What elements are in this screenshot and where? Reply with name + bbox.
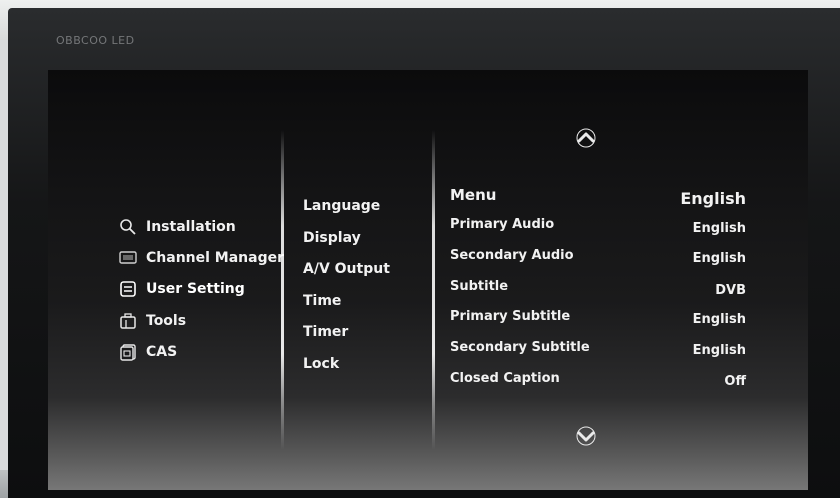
nav-item-user-setting[interactable]: User Setting: [118, 279, 245, 299]
nav-item-label: User Setting: [146, 281, 245, 297]
nav-item-label: Channel Manager: [146, 250, 285, 266]
setting-label-subtitle[interactable]: Subtitle: [450, 279, 508, 294]
setting-value-subtitle[interactable]: DVB: [715, 283, 746, 298]
toolbox-icon: [118, 312, 138, 330]
nav-item-label: Tools: [146, 313, 187, 329]
nav-item-installation[interactable]: Installation: [118, 217, 236, 237]
scroll-down-button[interactable]: [573, 426, 599, 446]
search-icon: [118, 218, 138, 236]
column-divider: [432, 130, 435, 450]
setting-label-primary-subtitle[interactable]: Primary Subtitle: [450, 309, 570, 324]
setting-label-secondary-subtitle[interactable]: Secondary Subtitle: [450, 340, 590, 355]
nav-item-label: CAS: [146, 344, 178, 360]
setting-value-primary-audio[interactable]: English: [693, 221, 746, 236]
submenu-item-av-output[interactable]: A/V Output: [303, 261, 390, 277]
nav-item-tools[interactable]: Tools: [118, 311, 186, 331]
submenu-item-time[interactable]: Time: [303, 293, 341, 309]
setting-value-secondary-audio[interactable]: English: [693, 251, 746, 266]
submenu-item-timer[interactable]: Timer: [303, 324, 348, 340]
submenu-item-lock[interactable]: Lock: [303, 356, 339, 372]
tv-icon: [118, 249, 138, 267]
nav-item-cas[interactable]: CAS: [118, 342, 177, 362]
setting-value-menu[interactable]: English: [680, 189, 746, 208]
submenu-item-display[interactable]: Display: [303, 230, 361, 246]
setting-value-primary-subtitle[interactable]: English: [693, 312, 746, 327]
nav-item-label: Installation: [146, 219, 236, 235]
submenu-item-language[interactable]: Language: [303, 198, 380, 214]
setting-value-closed-caption[interactable]: Off: [724, 374, 746, 389]
setting-label-menu[interactable]: Menu: [450, 186, 496, 204]
monitor-brand-logo: OBBCOO LED: [56, 34, 135, 47]
setting-value-secondary-subtitle[interactable]: English: [693, 343, 746, 358]
card-icon: [118, 343, 138, 361]
tv-menu-screen: Installation Channel Manager User Settin…: [48, 70, 808, 490]
nav-item-channel-manager[interactable]: Channel Manager: [118, 248, 284, 268]
settings-box-icon: [118, 280, 138, 298]
scroll-up-button[interactable]: [573, 128, 599, 148]
chevron-down-icon: [576, 426, 596, 446]
setting-label-primary-audio[interactable]: Primary Audio: [450, 217, 554, 232]
setting-label-closed-caption[interactable]: Closed Caption: [450, 371, 560, 386]
column-divider: [281, 130, 284, 450]
chevron-up-icon: [576, 128, 596, 148]
setting-label-secondary-audio[interactable]: Secondary Audio: [450, 248, 574, 263]
